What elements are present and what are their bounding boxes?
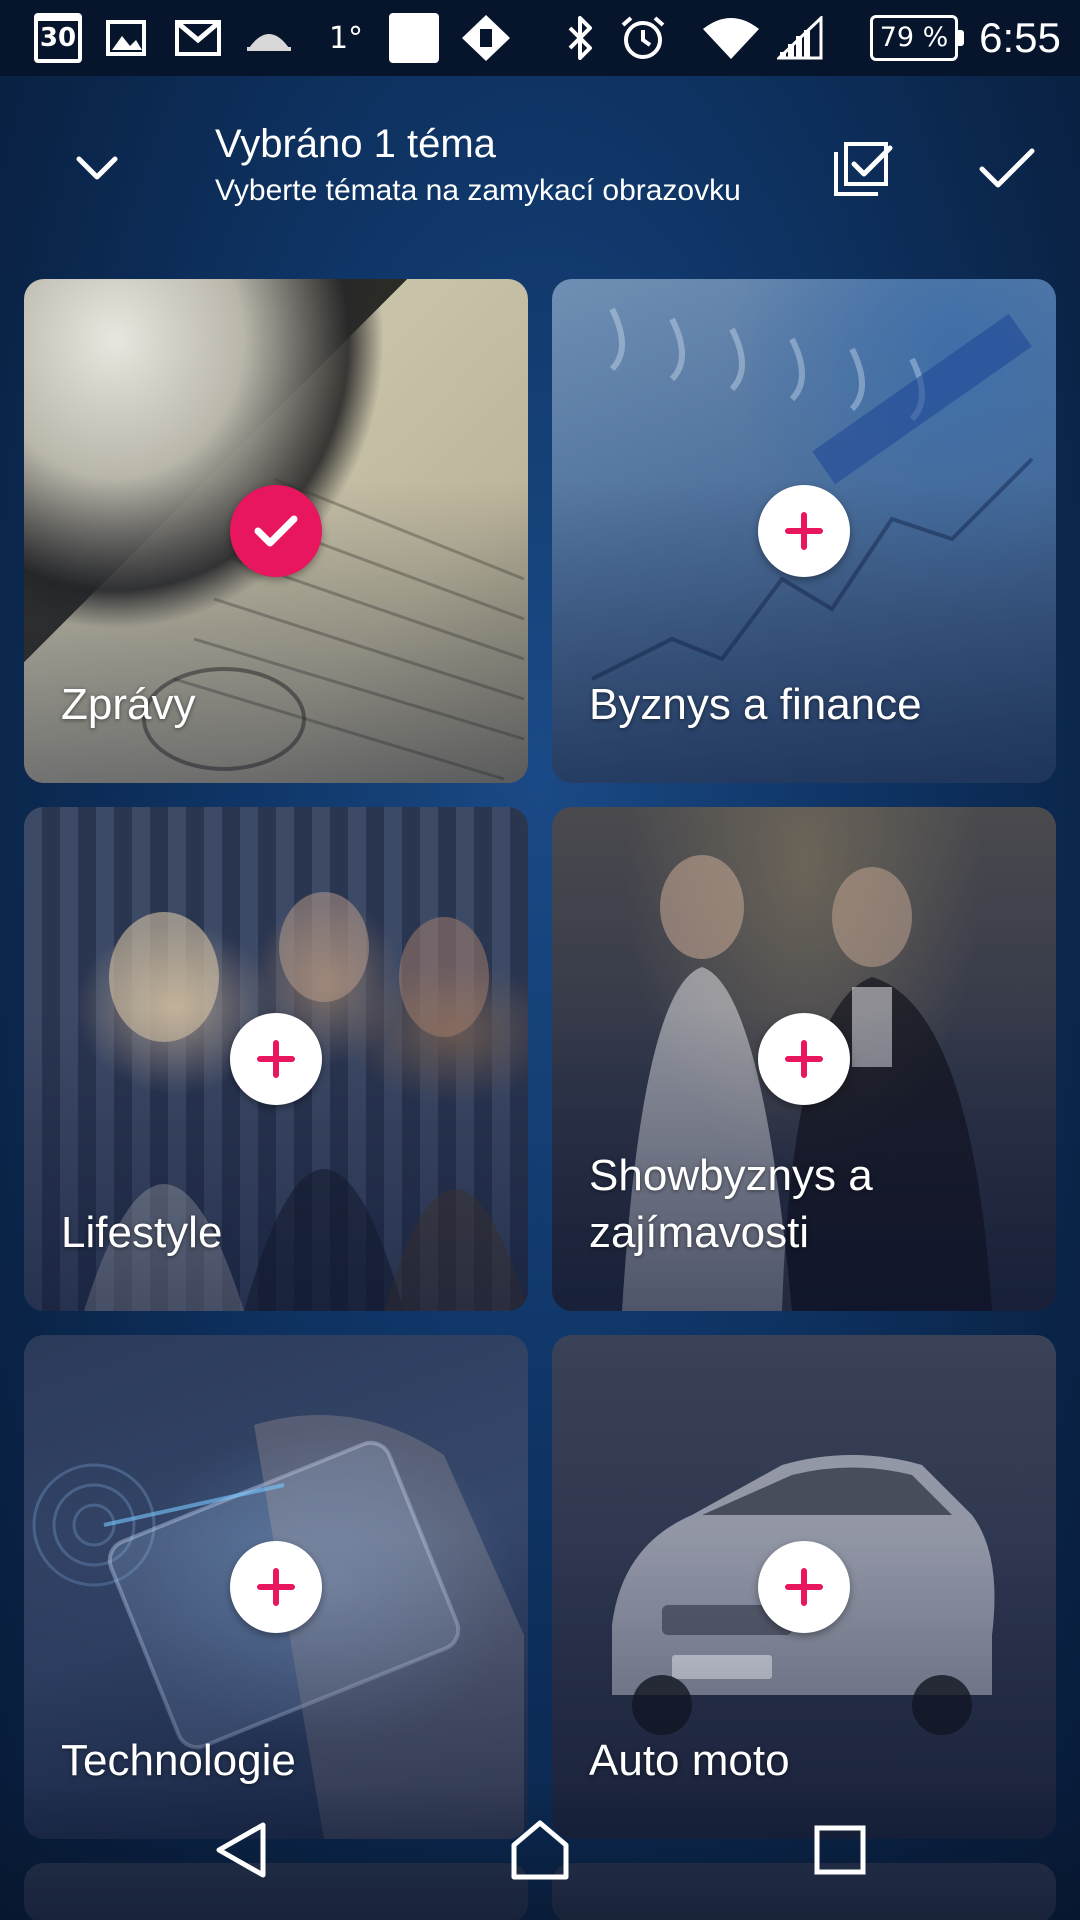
tile-label: Zprávy (61, 679, 196, 729)
alarm-icon (618, 0, 668, 76)
home-icon (511, 1820, 569, 1880)
calendar-icon: 30 (34, 0, 82, 76)
add-button[interactable] (230, 1013, 322, 1105)
calendar-day: 30 (34, 13, 82, 63)
topic-tile-byznys[interactable]: Byznys a finance (552, 279, 1056, 783)
gallery-icon (104, 0, 148, 76)
topic-tile-lifestyle[interactable]: Lifestyle (24, 807, 528, 1311)
weather-icon (244, 0, 294, 76)
back-button[interactable] (186, 1800, 296, 1900)
tile-label: Auto moto (589, 1735, 790, 1785)
selected-button[interactable] (230, 485, 322, 577)
topic-tile-technologie[interactable]: Technologie (24, 1335, 528, 1839)
plus-icon (785, 1568, 823, 1606)
app-square-icon (388, 0, 440, 76)
topic-tile-zpravy[interactable]: Zprávy (24, 279, 528, 783)
status-bar: 30 1° 79 % 6:55 (0, 0, 1080, 76)
home-button[interactable] (485, 1800, 595, 1900)
plus-icon (785, 512, 823, 550)
temperature-text: 1° (326, 0, 366, 76)
page-subtitle: Vyberte témata na zamykací obrazovku (215, 174, 741, 207)
add-button[interactable] (758, 1013, 850, 1105)
add-button[interactable] (230, 1541, 322, 1633)
clock-time: 6:55 (979, 14, 1061, 61)
plus-icon (785, 1040, 823, 1078)
recents-button[interactable] (785, 1800, 895, 1900)
select-all-icon (834, 142, 893, 196)
confirm-button[interactable] (962, 124, 1052, 214)
plus-icon (257, 1040, 295, 1078)
add-button[interactable] (758, 485, 850, 577)
tile-label: Lifestyle (61, 1207, 223, 1257)
gmail-icon (174, 0, 222, 76)
back-icon (216, 1822, 266, 1878)
confirm-check-icon (979, 148, 1035, 188)
recents-icon (814, 1825, 866, 1875)
selection-header: Vybráno 1 téma Vyberte témata na zamykac… (0, 76, 1080, 246)
plus-icon (257, 1568, 295, 1606)
tile-label: Showbyznys a zajímavosti (589, 1150, 873, 1257)
temperature-value: 1° (328, 20, 364, 56)
select-all-button[interactable] (818, 124, 908, 214)
signal-icon (776, 0, 824, 76)
bluetooth-icon (562, 0, 598, 76)
tile-label: Technologie (61, 1735, 296, 1785)
topic-tile-auto-moto[interactable]: Auto moto (552, 1335, 1056, 1839)
chevron-down-icon (76, 156, 118, 180)
battery-percent: 79 % (870, 15, 964, 61)
add-button[interactable] (758, 1541, 850, 1633)
topic-tile-showbyznys[interactable]: Showbyznys a zajímavosti (552, 807, 1056, 1311)
clock: 6:55 (970, 0, 1070, 76)
sync-app-icon (460, 0, 512, 76)
wifi-icon (700, 0, 762, 76)
navigation-bar (0, 1784, 1080, 1920)
tile-label: Byznys a finance (589, 679, 922, 729)
header-titles: Vybráno 1 téma Vyberte témata na zamykac… (215, 120, 741, 208)
collapse-button[interactable] (52, 124, 142, 214)
check-icon (254, 515, 298, 547)
battery-icon: 79 % (868, 0, 964, 76)
page-title: Vybráno 1 téma (215, 122, 496, 166)
